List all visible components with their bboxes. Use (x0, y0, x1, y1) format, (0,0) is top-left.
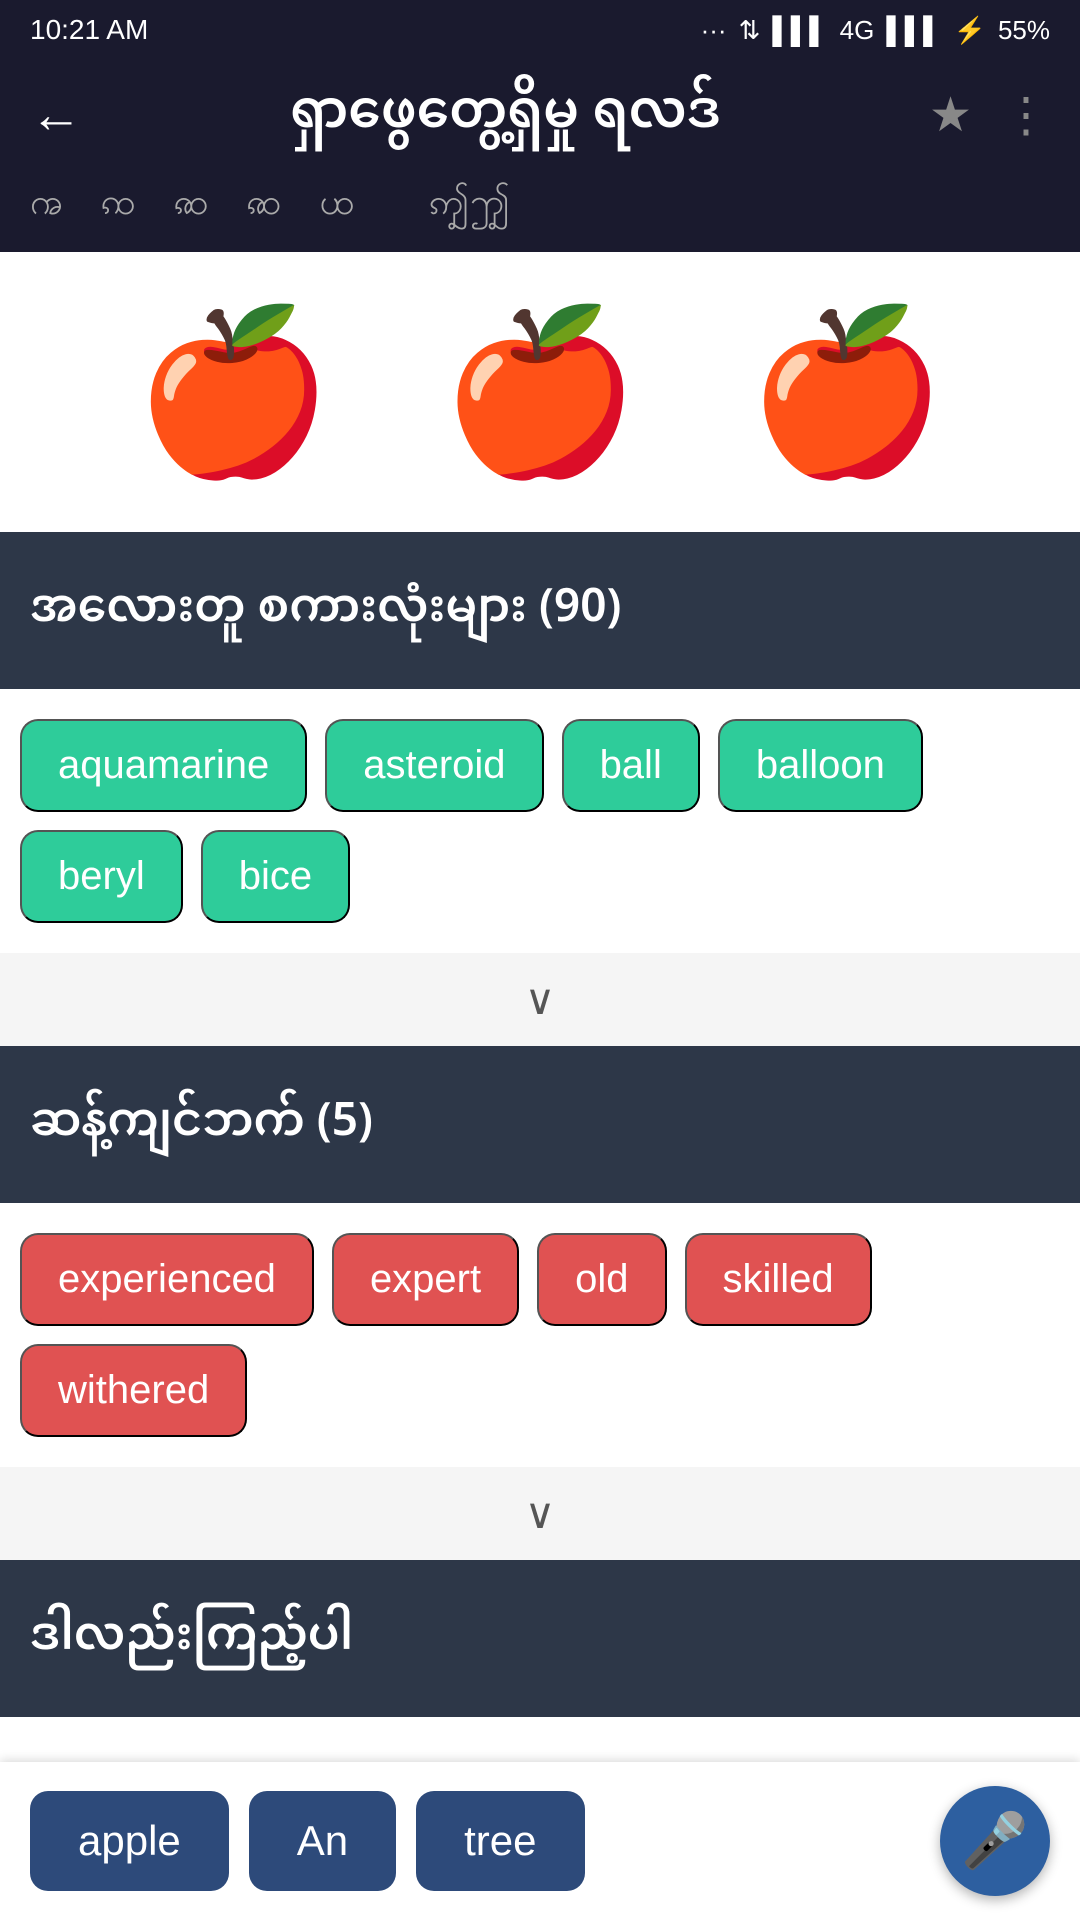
color-tags-container: aquamarine asteroid ball balloon beryl b… (0, 689, 1080, 953)
chevron-down-icon-2: ∨ (525, 1489, 556, 1538)
status-signal: ▌▌▌ (772, 15, 827, 46)
status-time: 10:21 AM (30, 14, 148, 46)
tag-withered[interactable]: withered (20, 1344, 247, 1437)
bottom-word-apple[interactable]: apple (30, 1791, 229, 1891)
color-section-header: အလေားတူ စကားလုံးများ (90) (0, 532, 1080, 689)
apple-section: 🍎 🍎 🍎 (0, 252, 1080, 532)
chevron-down-icon: ∨ (525, 975, 556, 1024)
apple-image-3: 🍎 (747, 312, 946, 472)
bookmark-icon[interactable]: ★ (929, 87, 972, 143)
subtitle-text: ꩠ ꩡ ꩣ ꩣ ꩤ ꩵꩶ (30, 181, 512, 222)
nav-title: ရှာဖွေတွေ့ရှိမှု ရလဒ် (112, 58, 899, 172)
mic-button[interactable]: 🎤 (940, 1786, 1050, 1896)
tag-experienced[interactable]: experienced (20, 1233, 314, 1326)
example-section-title: ဒါလည်းကြည့်ပါ (30, 1588, 353, 1689)
synonym-section-title: ဆန့်ကျင်ဘက် (5) (30, 1074, 373, 1175)
status-arrows: ⇅ (739, 15, 761, 46)
synonym-section-header: ဆန့်ကျင်ဘက် (5) (0, 1046, 1080, 1203)
subtitle-bar: ꩠ ꩡ ꩣ ꩣ ꩤ ꩵꩶ (0, 170, 1080, 252)
apple-image-2: 🍎 (440, 312, 639, 472)
bottom-word-an[interactable]: An (249, 1791, 396, 1891)
bottom-bar: apple An tree 🎤 (0, 1762, 1080, 1920)
status-bar: 10:21 AM ··· ⇅ ▌▌▌ 4G ▌▌▌ ⚡ 55% (0, 0, 1080, 60)
status-network: 4G (840, 15, 875, 46)
status-right: ··· ⇅ ▌▌▌ 4G ▌▌▌ ⚡ 55% (701, 15, 1050, 46)
tag-balloon[interactable]: balloon (718, 719, 923, 812)
nav-bar: ← ရှာဖွေတွေ့ရှိမှု ရလဒ် ★ ⋮ (0, 60, 1080, 170)
color-section-title: အလေားတူ စကားလုံးများ (90) (30, 560, 621, 661)
example-section-header: ဒါလည်းကြည့်ပါ (0, 1560, 1080, 1717)
status-signal2: ▌▌▌ (886, 15, 941, 46)
synonym-tags-container: experienced expert old skilled withered (0, 1203, 1080, 1467)
expand-synonym-button[interactable]: ∨ (0, 1467, 1080, 1560)
mic-icon: 🎤 (961, 1810, 1028, 1873)
status-battery: 55% (998, 15, 1050, 46)
tag-aquamarine[interactable]: aquamarine (20, 719, 307, 812)
nav-icons: ★ ⋮ (929, 87, 1050, 143)
expand-color-button[interactable]: ∨ (0, 953, 1080, 1046)
apple-image-1: 🍎 (134, 312, 333, 472)
bottom-word-tree[interactable]: tree (416, 1791, 584, 1891)
status-dots: ··· (701, 15, 727, 46)
status-bolt: ⚡ (954, 15, 986, 46)
back-button[interactable]: ← (30, 85, 82, 145)
tag-skilled[interactable]: skilled (685, 1233, 872, 1326)
tag-bice[interactable]: bice (201, 830, 350, 923)
tag-expert[interactable]: expert (332, 1233, 519, 1326)
menu-icon[interactable]: ⋮ (1002, 87, 1050, 143)
tag-ball[interactable]: ball (562, 719, 700, 812)
tag-old[interactable]: old (537, 1233, 666, 1326)
tag-asteroid[interactable]: asteroid (325, 719, 543, 812)
tag-beryl[interactable]: beryl (20, 830, 183, 923)
